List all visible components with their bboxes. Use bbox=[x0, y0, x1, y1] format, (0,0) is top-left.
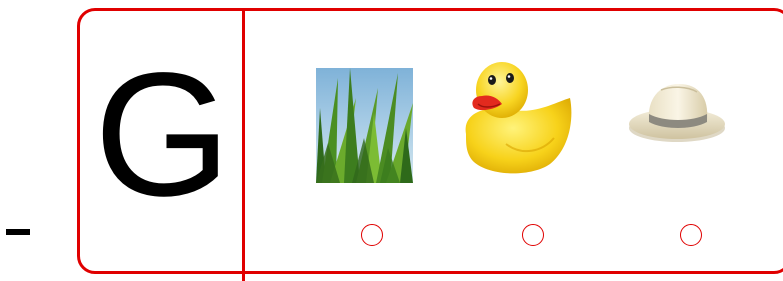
rubber-duck-picture bbox=[465, 62, 572, 174]
grass-option-radio[interactable] bbox=[361, 224, 383, 246]
dash-mark bbox=[6, 229, 30, 235]
frame-divider bbox=[242, 8, 245, 281]
target-letter: G bbox=[94, 37, 231, 233]
straw-hat-picture bbox=[629, 84, 725, 142]
letter-picture-matching-activity: G bbox=[0, 0, 783, 281]
grass-picture bbox=[316, 68, 413, 183]
straw-hat-option-radio[interactable] bbox=[680, 224, 702, 246]
rubber-duck-option-radio[interactable] bbox=[522, 224, 544, 246]
